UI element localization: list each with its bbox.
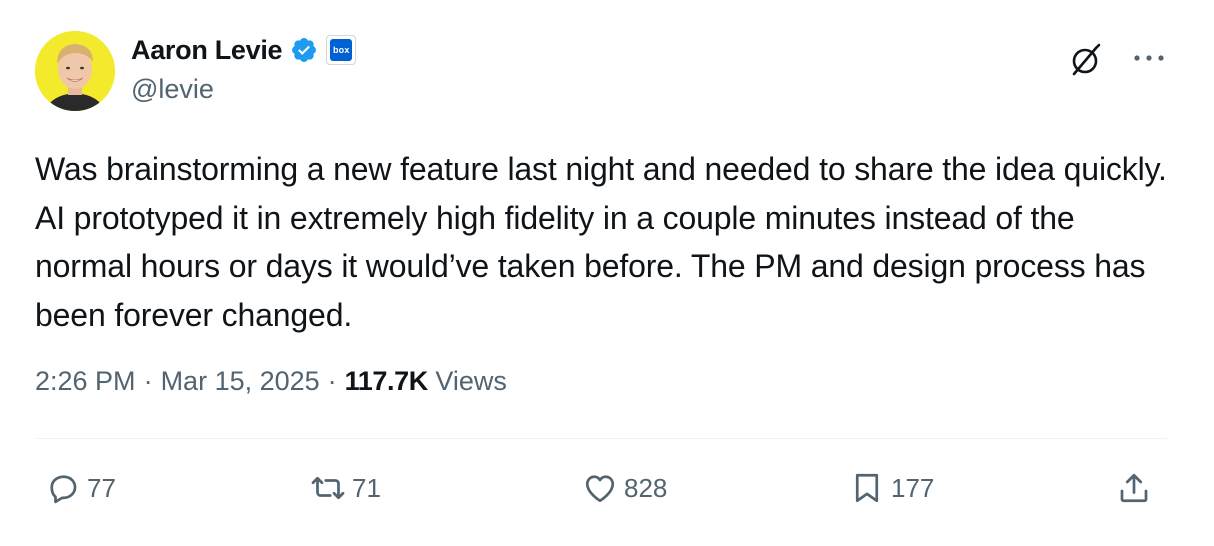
repost-count: 71 xyxy=(352,472,381,503)
repost-icon xyxy=(311,476,345,500)
grok-icon[interactable] xyxy=(1066,42,1104,80)
views-count[interactable]: 117.7K xyxy=(345,366,429,397)
bookmark-count: 177 xyxy=(891,472,935,503)
verified-badge-icon[interactable] xyxy=(290,36,318,64)
bookmark-icon xyxy=(855,473,879,503)
avatar[interactable] xyxy=(35,31,115,111)
box-logo-icon: box xyxy=(330,39,353,61)
action-bar: 77 71 828 177 xyxy=(0,464,1214,512)
reply-button[interactable]: 77 xyxy=(45,464,116,512)
share-button[interactable] xyxy=(1116,464,1152,512)
reply-icon xyxy=(50,475,77,504)
affiliation-badge[interactable]: box xyxy=(326,35,357,65)
tweet-meta: 2:26 PM · Mar 15, 2025 · 117.7K Views xyxy=(35,366,507,397)
share-icon xyxy=(1120,473,1148,503)
tweet-card: Aaron Levie box @levie Was brainstorming… xyxy=(0,0,1214,546)
views-label-spacer xyxy=(428,366,436,397)
divider xyxy=(35,438,1167,439)
bookmark-button[interactable]: 177 xyxy=(849,464,934,512)
more-options-icon[interactable] xyxy=(1132,45,1166,71)
tweet-time[interactable]: 2:26 PM xyxy=(35,366,136,397)
author-name[interactable]: Aaron Levie xyxy=(131,35,283,66)
like-icon xyxy=(585,475,615,503)
like-button[interactable]: 828 xyxy=(582,464,667,512)
avatar-image xyxy=(35,31,115,111)
author-handle[interactable]: @levie xyxy=(131,74,214,105)
separator-dot: · xyxy=(327,366,337,396)
tweet-text: Was brainstorming a new feature last nig… xyxy=(35,151,1174,333)
reply-count: 77 xyxy=(87,472,116,503)
repost-button[interactable]: 71 xyxy=(310,464,381,512)
author-name-row: Aaron Levie box xyxy=(131,32,357,68)
tweet-date[interactable]: Mar 15, 2025 xyxy=(161,366,320,397)
separator-dot: · xyxy=(143,366,153,396)
views-label[interactable]: Views xyxy=(435,366,507,397)
like-count: 828 xyxy=(624,472,668,503)
